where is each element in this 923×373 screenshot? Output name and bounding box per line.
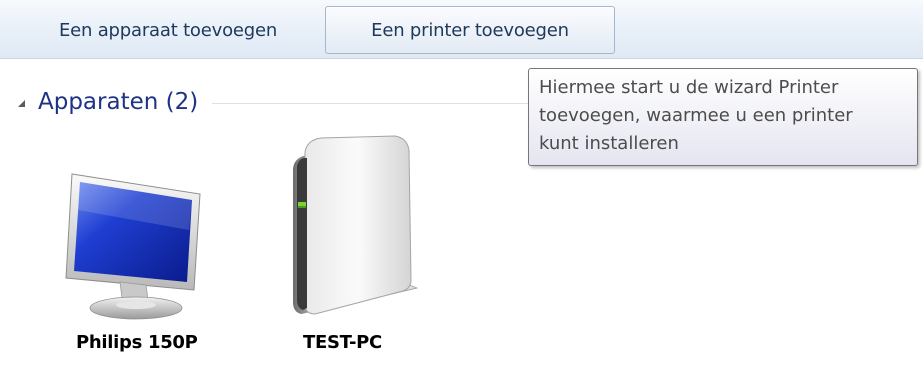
tooltip-line: toevoegen, waarmee u een printer <box>539 105 853 126</box>
add-printer-button[interactable]: Een printer toevoegen <box>325 6 615 54</box>
add-device-button[interactable]: Een apparaat toevoegen <box>20 6 316 54</box>
devices-group-header[interactable]: Apparaten (2) <box>18 86 538 118</box>
monitor-icon <box>65 173 201 320</box>
collapse-triangle-icon[interactable] <box>18 99 25 107</box>
add-printer-tooltip: Hiermee start u de wizard Printer toevoe… <box>528 68 918 166</box>
command-bar: Een apparaat toevoegen Een printer toevo… <box>0 0 923 59</box>
group-title: Apparaten (2) <box>38 89 199 115</box>
tooltip-line: Hiermee start u de wizard Printer <box>539 77 839 98</box>
group-divider <box>212 103 538 104</box>
tooltip-line: kunt installeren <box>539 133 679 154</box>
device-item-monitor[interactable]: Philips 150P <box>50 160 230 360</box>
device-label: Philips 150P <box>76 332 198 353</box>
device-item-computer[interactable]: TEST-PC <box>275 130 455 360</box>
computer-tower-icon <box>293 135 419 315</box>
device-label: TEST-PC <box>303 332 382 353</box>
